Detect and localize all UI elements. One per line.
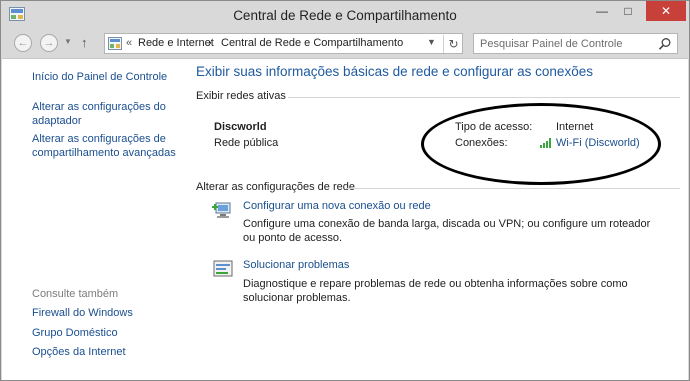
- section-divider: [288, 97, 680, 98]
- breadcrumb-separator[interactable]: ›: [208, 37, 212, 49]
- navigation-bar: ← → ▼ ↑ « Rede e Internet › Central de R…: [1, 29, 689, 57]
- troubleshoot-description: Diagnostique e repare problemas de rede …: [243, 278, 628, 304]
- close-button[interactable]: ✕: [646, 1, 686, 21]
- connections-label: Conexões:: [455, 137, 508, 149]
- sidebar-item-compartilhamento[interactable]: Alterar as configurações de compartilham…: [32, 133, 180, 160]
- access-type-value: Internet: [556, 121, 594, 133]
- content-area: Início do Painel de Controle Alterar as …: [2, 58, 688, 380]
- new-connection-icon[interactable]: [212, 200, 234, 220]
- sidebar-item-inicio[interactable]: Início do Painel de Controle: [32, 71, 182, 85]
- page-title: Exibir suas informações básicas de rede …: [196, 64, 593, 79]
- sidebar-item-firewall[interactable]: Firewall do Windows: [32, 307, 182, 321]
- network-type[interactable]: Rede pública: [214, 137, 278, 149]
- wifi-connection-link[interactable]: Wi-Fi (Discworld): [556, 137, 640, 149]
- network-name: Discworld: [214, 121, 267, 133]
- troubleshoot-link[interactable]: Solucionar problemas: [243, 259, 349, 271]
- setup-connection-link[interactable]: Configurar uma nova conexão ou rede: [243, 200, 431, 212]
- address-bar[interactable]: « Rede e Internet › Central de Rede e Co…: [104, 33, 463, 54]
- recent-locations-dropdown-icon[interactable]: ▼: [64, 37, 72, 46]
- sidebar: Início do Painel de Controle Alterar as …: [2, 59, 184, 381]
- main-panel: Exibir suas informações básicas de rede …: [184, 59, 688, 381]
- address-dropdown-icon[interactable]: ▼: [427, 37, 436, 47]
- search-icon[interactable]: [658, 37, 672, 51]
- sidebar-item-grupo-domestico[interactable]: Grupo Doméstico: [32, 327, 182, 341]
- refresh-icon[interactable]: ↻: [443, 35, 463, 53]
- back-arrow-icon[interactable]: ←: [14, 34, 32, 52]
- forward-arrow-icon[interactable]: →: [40, 34, 58, 52]
- network-location-icon: [108, 37, 122, 50]
- section-divider: [346, 188, 680, 189]
- see-also-heading: Consulte também: [32, 288, 119, 300]
- window-title: Central de Rede e Compartilhamento: [233, 8, 457, 23]
- minimize-button[interactable]: —: [589, 1, 615, 21]
- troubleshoot-icon[interactable]: [212, 259, 234, 279]
- sidebar-item-opcoes-internet[interactable]: Opções da Internet: [32, 346, 182, 360]
- up-arrow-icon[interactable]: ↑: [81, 35, 88, 50]
- control-panel-window: Central de Rede e Compartilhamento — □ ✕…: [0, 0, 690, 381]
- search-input[interactable]: [480, 36, 655, 51]
- hidden-path-chevron[interactable]: «: [126, 37, 132, 49]
- search-box[interactable]: [473, 33, 678, 54]
- active-networks-heading: Exibir redes ativas: [196, 90, 286, 102]
- title-bar[interactable]: Central de Rede e Compartilhamento — □ ✕: [1, 1, 689, 29]
- change-settings-heading: Alterar as configurações de rede: [196, 181, 355, 193]
- maximize-button[interactable]: □: [615, 1, 641, 21]
- sidebar-item-adaptador[interactable]: Alterar as configurações do adaptador: [32, 101, 167, 128]
- wifi-signal-icon: [540, 138, 551, 148]
- access-type-label: Tipo de acesso:: [455, 121, 533, 133]
- breadcrumb-rede-e-internet[interactable]: Rede e Internet: [138, 37, 214, 49]
- setup-connection-description: Configure uma conexão de banda larga, di…: [243, 218, 651, 244]
- breadcrumb-central-de-rede[interactable]: Central de Rede e Compartilhamento: [221, 37, 403, 49]
